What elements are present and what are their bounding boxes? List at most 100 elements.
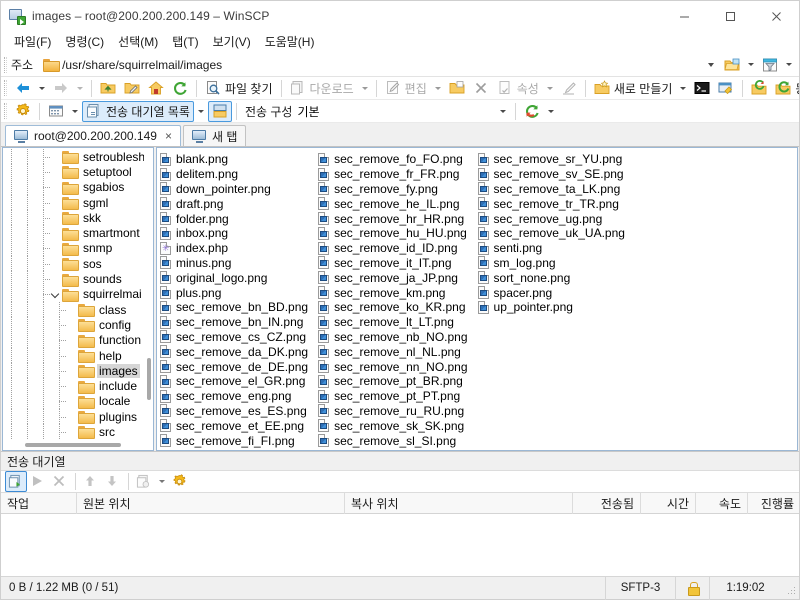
file-list-item[interactable]: sec_remove_ko_KR.png: [318, 300, 477, 315]
refresh-sessions-button[interactable]: [520, 101, 544, 122]
tree-item-plugins[interactable]: plugins: [3, 409, 153, 425]
file-list-item[interactable]: sec_remove_sr_YU.png: [477, 152, 635, 167]
window-resize-grip[interactable]: [781, 577, 799, 600]
tree-item-skk[interactable]: skk: [3, 210, 153, 226]
file-list-item[interactable]: up_pointer.png: [477, 300, 635, 315]
queue-col-speed[interactable]: 속도: [696, 492, 748, 514]
tree-item-smartmont[interactable]: smartmont: [3, 225, 153, 242]
tree-item-function[interactable]: function: [3, 332, 153, 349]
file-list-item[interactable]: sec_remove_da_DK.png: [160, 344, 318, 359]
file-list-item[interactable]: sec_remove_ja_JP.png: [318, 270, 477, 285]
find-files-button[interactable]: 파일 찾기: [201, 78, 277, 99]
open-directory-chevron-icon[interactable]: [748, 63, 754, 66]
open-directory-button[interactable]: [720, 54, 744, 75]
file-list-item[interactable]: sec_remove_fy.png: [318, 182, 477, 197]
menu-file[interactable]: 파일(F): [7, 31, 58, 52]
file-list-item[interactable]: sec_remove_hr_HR.png: [318, 211, 477, 226]
tree-item-sgabios[interactable]: sgabios: [3, 179, 153, 196]
close-button[interactable]: [753, 1, 799, 31]
file-list-item[interactable]: plus.png: [160, 285, 318, 300]
queue-view-button[interactable]: [44, 101, 68, 122]
chevron-down-icon[interactable]: [708, 62, 714, 67]
queue-settings-button[interactable]: [169, 471, 191, 492]
queue-list-body[interactable]: [1, 514, 799, 576]
sync-browsing-button[interactable]: [747, 78, 771, 99]
new-button[interactable]: 새로 만들기: [590, 78, 677, 99]
tree-item-config[interactable]: config: [3, 317, 153, 333]
file-list-item[interactable]: sec_remove_sl_SI.png: [318, 433, 477, 448]
queue-col-time[interactable]: 시간: [641, 492, 696, 514]
queue-start-button[interactable]: [27, 471, 49, 492]
tree-item-src[interactable]: src: [3, 424, 153, 439]
tree-vertical-scrollbar[interactable]: [144, 148, 153, 439]
file-list-item[interactable]: sec_remove_tr_TR.png: [477, 196, 635, 211]
file-list-item[interactable]: sec_remove_fo_FO.png: [318, 152, 477, 167]
maximize-button[interactable]: [707, 1, 753, 31]
file-list-item[interactable]: original_logo.png: [160, 270, 318, 285]
file-list-item[interactable]: sec_remove_nl_NL.png: [318, 344, 477, 359]
tree-item-sgml[interactable]: sgml: [3, 194, 153, 211]
open-directory-toolbar-button[interactable]: [120, 78, 144, 99]
console-button[interactable]: [690, 78, 714, 99]
file-list-item[interactable]: spacer.png: [477, 285, 635, 300]
forward-button[interactable]: [49, 78, 73, 99]
file-list-item[interactable]: sec_remove_id_ID.png: [318, 241, 477, 256]
file-list-item[interactable]: sec_remove_es_ES.png: [160, 404, 318, 419]
parent-directory-button[interactable]: [96, 78, 120, 99]
back-history-chevron-icon[interactable]: [39, 86, 45, 90]
file-list-item[interactable]: sec_remove_uk_UA.png: [477, 226, 635, 241]
transfer-queue-list-chevron-icon[interactable]: [197, 109, 204, 113]
directory-tree[interactable]: setroublesh setuptool sgabios sgml skk smartm…: [3, 148, 153, 439]
tree-item-squirrelmai[interactable]: squirrelmai: [3, 286, 153, 303]
file-list-item[interactable]: sort_none.png: [477, 270, 635, 285]
file-list-item[interactable]: blank.png: [160, 152, 318, 167]
back-button[interactable]: [11, 78, 35, 99]
file-list-item[interactable]: sec_remove_ta_LK.png: [477, 182, 635, 197]
file-list-item[interactable]: sec_remove_el_GR.png: [160, 374, 318, 389]
synchronize-button[interactable]: 동기화: [771, 78, 799, 99]
queue-col-transferred[interactable]: 전송됨: [573, 492, 641, 514]
tree-item-sos[interactable]: sos: [3, 256, 153, 272]
queue-move-down-button[interactable]: [102, 471, 124, 492]
delete-button[interactable]: [469, 78, 493, 99]
queue-view-chevron-icon[interactable]: [72, 109, 78, 113]
queue-col-source[interactable]: 원본 위치: [77, 492, 345, 514]
tree-item-include[interactable]: include: [3, 378, 153, 395]
edit-button[interactable]: 편집: [381, 78, 431, 99]
file-list-item[interactable]: sec_remove_bn_IN.png: [160, 315, 318, 330]
toolbar-grip[interactable]: [4, 56, 7, 73]
queue-col-operation[interactable]: 작업: [1, 492, 77, 514]
file-list-item[interactable]: sec_remove_de_DE.png: [160, 359, 318, 374]
menu-select[interactable]: 선택(M): [111, 31, 165, 52]
file-list-item[interactable]: folder.png: [160, 211, 318, 226]
properties-chevron-icon[interactable]: [546, 86, 553, 90]
file-list-item[interactable]: sec_remove_pt_BR.png: [318, 374, 477, 389]
status-secure-indicator[interactable]: [675, 576, 709, 600]
queue-move-up-button[interactable]: [80, 471, 102, 492]
queue-panel-button[interactable]: [207, 100, 232, 122]
filter-chevron-icon[interactable]: [786, 63, 792, 66]
file-list-item[interactable]: sec_remove_lt_LT.png: [318, 315, 477, 330]
file-list-item[interactable]: sec_remove_nn_NO.png: [318, 359, 477, 374]
new-chevron-icon[interactable]: [680, 86, 687, 90]
tree-item-images[interactable]: images: [3, 363, 153, 379]
tree-item-help[interactable]: help: [3, 347, 153, 364]
main-toolbar-grip[interactable]: [4, 80, 7, 96]
tree-item-locale[interactable]: locale: [3, 393, 153, 410]
edit-chevron-icon[interactable]: [434, 86, 441, 90]
file-list-item[interactable]: sec_remove_sk_SK.png: [318, 418, 477, 433]
refresh-button[interactable]: [168, 78, 192, 99]
transfer-toolbar-grip[interactable]: [4, 103, 7, 119]
transfer-queue-list-button[interactable]: 전송 대기열 목록: [82, 100, 194, 122]
options-button[interactable]: [11, 101, 35, 122]
tree-item-sounds[interactable]: sounds: [3, 271, 153, 287]
file-list-item[interactable]: minus.png: [160, 256, 318, 271]
refresh-sessions-chevron-icon[interactable]: [548, 109, 555, 113]
file-list-item[interactable]: draft.png: [160, 196, 318, 211]
queue-toggle-button[interactable]: [5, 471, 27, 492]
file-list-item[interactable]: senti.png: [477, 241, 635, 256]
file-list-item[interactable]: sec_remove_fi_FI.png: [160, 433, 318, 448]
file-list-item[interactable]: sec_remove_nb_NO.png: [318, 330, 477, 345]
transfer-settings-chevron-icon[interactable]: [500, 109, 507, 113]
tab-session[interactable]: root@200.200.200.149 ×: [5, 125, 181, 146]
